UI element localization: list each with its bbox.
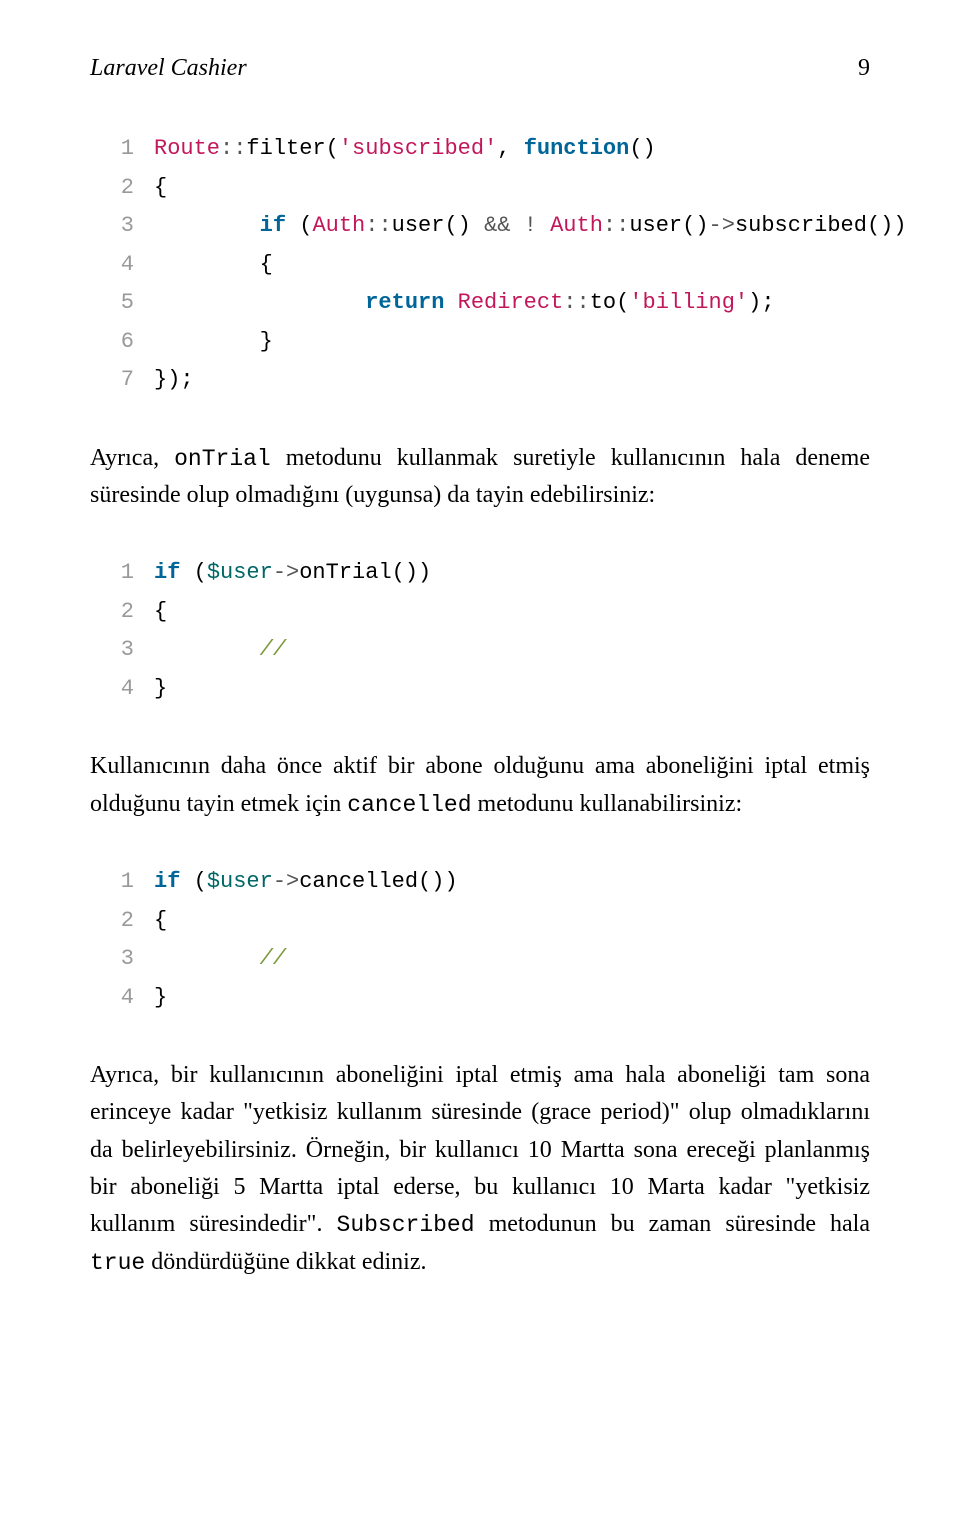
paragraph-1: Ayrıca, onTrial metodunu kullanmak suret…	[90, 440, 870, 515]
code-content: {	[154, 246, 273, 285]
line-number: 3	[90, 940, 154, 979]
code-content: if (Auth::user() && ! Auth::user()->subs…	[154, 207, 907, 246]
line-number: 5	[90, 284, 154, 323]
code-content: return Redirect::to('billing');	[154, 284, 775, 323]
code-content: if ($user->onTrial())	[154, 554, 431, 593]
paragraph-3: Ayrıca, bir kullanıcının aboneliğini ipt…	[90, 1057, 870, 1281]
code-content: {	[154, 902, 167, 941]
page: Laravel Cashier 9 1Route::filter('subscr…	[0, 0, 960, 1518]
code-line: 4 {	[90, 246, 870, 285]
line-number: 1	[90, 130, 154, 169]
code-content: }	[154, 670, 167, 709]
line-number: 1	[90, 863, 154, 902]
line-number: 6	[90, 323, 154, 362]
code-line: 1if ($user->cancelled())	[90, 863, 870, 902]
paragraph-2: Kullanıcının daha önce aktif bir abone o…	[90, 748, 870, 823]
inline-code: cancelled	[347, 792, 471, 818]
code-line: 3 //	[90, 631, 870, 670]
code-line: 2{	[90, 902, 870, 941]
code-line: 3 if (Auth::user() && ! Auth::user()->su…	[90, 207, 870, 246]
text: metodunu kullanabilirsiniz:	[472, 791, 743, 817]
inline-code: true	[90, 1250, 145, 1276]
code-content: {	[154, 593, 167, 632]
code-content: }	[154, 323, 273, 362]
code-line: 4}	[90, 670, 870, 709]
code-line: 5 return Redirect::to('billing');	[90, 284, 870, 323]
code-content: }	[154, 979, 167, 1018]
inline-code: Subscribed	[337, 1212, 475, 1238]
code-content: //	[154, 940, 286, 979]
code-block-1: 1Route::filter('subscribed', function()2…	[90, 130, 870, 400]
code-content: //	[154, 631, 286, 670]
code-line: 2{	[90, 169, 870, 208]
line-number: 4	[90, 979, 154, 1018]
line-number: 2	[90, 169, 154, 208]
inline-code: onTrial	[174, 446, 271, 472]
code-content: });	[154, 361, 194, 400]
page-header: Laravel Cashier 9	[90, 55, 870, 82]
text: metodunun bu zaman süresinde hala	[475, 1211, 870, 1237]
code-line: 7});	[90, 361, 870, 400]
code-line: 1Route::filter('subscribed', function()	[90, 130, 870, 169]
line-number: 7	[90, 361, 154, 400]
text: Ayrıca,	[90, 445, 174, 471]
line-number: 4	[90, 246, 154, 285]
code-block-2: 1if ($user->onTrial())2{3 //4}	[90, 554, 870, 708]
code-content: if ($user->cancelled())	[154, 863, 458, 902]
line-number: 2	[90, 593, 154, 632]
code-content: Route::filter('subscribed', function()	[154, 130, 656, 169]
line-number: 2	[90, 902, 154, 941]
code-content: {	[154, 169, 167, 208]
line-number: 3	[90, 631, 154, 670]
code-block-3: 1if ($user->cancelled())2{3 //4}	[90, 863, 870, 1017]
code-line: 1if ($user->onTrial())	[90, 554, 870, 593]
line-number: 4	[90, 670, 154, 709]
page-number: 9	[858, 55, 870, 82]
line-number: 1	[90, 554, 154, 593]
code-line: 3 //	[90, 940, 870, 979]
code-line: 6 }	[90, 323, 870, 362]
line-number: 3	[90, 207, 154, 246]
code-line: 2{	[90, 593, 870, 632]
text: döndürdüğüne dikkat ediniz.	[145, 1249, 426, 1275]
code-line: 4}	[90, 979, 870, 1018]
header-title: Laravel Cashier	[90, 55, 247, 82]
